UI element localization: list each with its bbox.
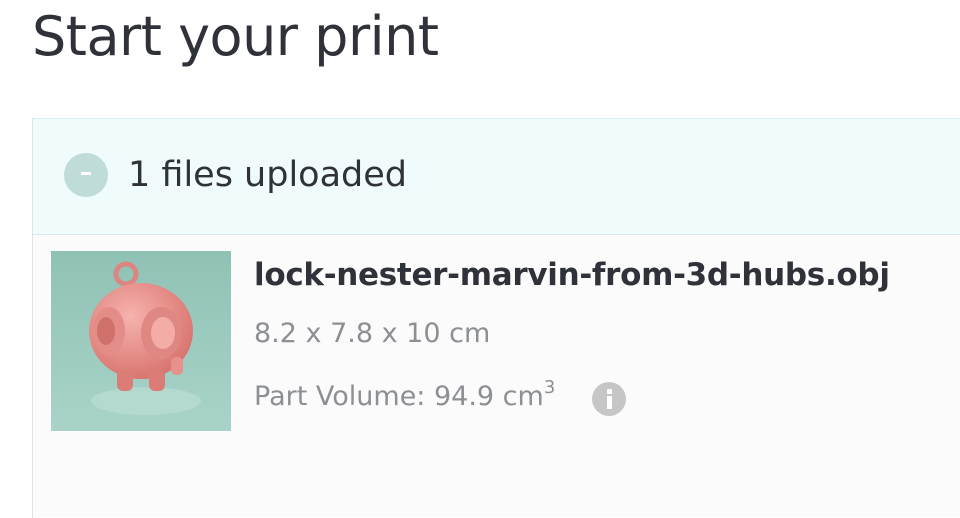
model-thumbnail-image (51, 251, 231, 431)
part-volume-value: Part Volume: 94.9 cm (254, 381, 544, 412)
collapse-button[interactable] (64, 153, 108, 197)
file-name: lock-nester-marvin-from-3d-hubs.obj (254, 257, 890, 293)
uploaded-file-item: lock-nester-marvin-from-3d-hubs.obj 8.2 … (33, 235, 960, 517)
minus-icon (81, 172, 91, 175)
part-volume-unit-exponent: 3 (543, 377, 556, 398)
page: Start your print 1 files uploaded lock-n… (0, 0, 960, 518)
upload-panel-header[interactable]: 1 files uploaded (33, 119, 960, 235)
upload-panel: 1 files uploaded lock-nester-marvin-from… (32, 118, 960, 518)
info-button[interactable] (592, 382, 626, 416)
part-volume: Part Volume: 94.9 cm3 (254, 377, 555, 417)
page-title: Start your print (32, 5, 439, 68)
files-uploaded-count: 1 files uploaded (128, 155, 408, 195)
file-dimensions: 8.2 x 7.8 x 10 cm (254, 318, 491, 349)
model-thumbnail[interactable] (51, 251, 231, 431)
